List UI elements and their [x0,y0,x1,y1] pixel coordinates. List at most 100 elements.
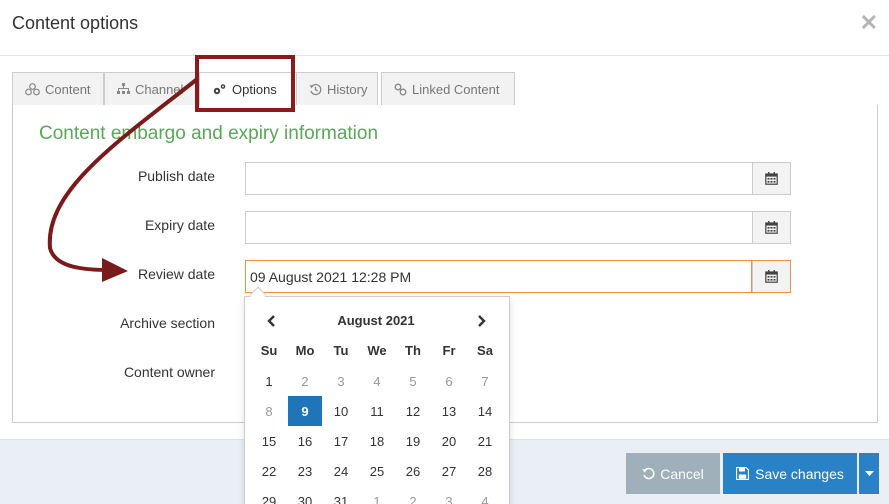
weekday-header-row: Su Mo Tu We Th Fr Sa [251,343,503,358]
calendar-day[interactable]: 1 [359,486,395,504]
calendar-week-row: 15 16 17 18 19 20 21 [251,426,503,456]
calendar-day[interactable]: 15 [251,426,287,456]
weekday-label: We [367,343,387,358]
weekday-label: Fr [442,343,456,358]
calendar-icon [765,270,778,283]
calendar-day[interactable]: 19 [395,426,431,456]
tab-channel[interactable]: Channel [104,72,196,106]
calendar-day[interactable]: 22 [251,456,287,486]
calendar-day[interactable]: 3 [323,366,359,396]
calendar-day[interactable]: 18 [359,426,395,456]
save-label: Save changes [755,465,844,482]
publish-date-field [245,162,791,195]
publish-date-label: Publish date [137,168,215,184]
review-date-label: Review date [137,266,215,282]
tab-label: Linked Content [412,81,500,97]
expiry-date-input[interactable] [246,212,752,243]
calendar-day[interactable]: 23 [287,456,323,486]
undo-icon [642,467,655,480]
calendar-day[interactable]: 5 [395,366,431,396]
tab-history[interactable]: History [296,72,378,106]
calendar-day[interactable]: 4 [359,366,395,396]
review-date-calendar-button[interactable] [752,261,790,292]
calendar-day[interactable]: 31 [323,486,359,504]
weekday-label: Su [260,343,278,358]
datepicker-header: August 2021 [245,309,509,333]
calendar-day[interactable]: 8 [251,396,287,426]
tab-options[interactable]: Options [199,72,303,106]
calendar-day[interactable]: 3 [431,486,467,504]
archive-section-label: Archive section [120,315,215,331]
calendar-day[interactable]: 28 [467,456,503,486]
publish-date-calendar-button[interactable] [752,163,790,194]
calendar-week-row: 29 30 31 1 2 3 4 [251,486,503,504]
calendar-day[interactable]: 11 [359,396,395,426]
cancel-button[interactable]: Cancel [626,453,720,494]
calendar-day[interactable]: 2 [395,486,431,504]
modal-header: Content options ✕ [0,0,889,56]
tab-content[interactable]: Content [12,72,104,106]
calendar-day[interactable]: 1 [251,366,287,396]
calendar-day[interactable]: 26 [395,456,431,486]
tab-label: Channel [135,81,184,97]
tab-label: History [327,81,368,97]
review-date-input[interactable] [246,261,752,292]
expiry-date-field [245,211,791,244]
month-year-label[interactable]: August 2021 [305,313,447,328]
sitemap-icon [117,83,130,94]
expiry-date-calendar-button[interactable] [752,212,790,243]
prev-month-button[interactable] [256,309,286,333]
close-icon[interactable]: ✕ [860,12,878,34]
calendar-day[interactable]: 4 [467,486,503,504]
caret-down-icon [864,471,874,476]
weekday-label: Mo [295,343,315,358]
calendar-day[interactable]: 10 [323,396,359,426]
calendar-icon [765,172,778,185]
selected-day[interactable]: 9 [288,396,322,426]
calendar-day[interactable]: 7 [467,366,503,396]
expiry-date-label: Expiry date [144,217,215,233]
section-title: Content embargo and expiry information [39,123,379,144]
history-icon [309,83,322,95]
save-changes-button[interactable]: Save changes [723,453,857,494]
tab-linked-content[interactable]: Linked Content [381,72,515,106]
calendar-day[interactable]: 24 [323,456,359,486]
calendar-day[interactable]: 25 [359,456,395,486]
publish-date-input[interactable] [246,163,752,194]
calendar-day[interactable]: 20 [431,426,467,456]
calendar-day[interactable]: 27 [431,456,467,486]
calendar-day[interactable]: 16 [287,426,323,456]
calendar-icon [765,221,778,234]
content-owner-label: Content owner [123,364,215,380]
calendar-day[interactable]: 13 [431,396,467,426]
calendar-week-row: 8 9 10 11 12 13 14 [251,396,503,426]
calendar-day[interactable]: 12 [395,396,431,426]
dialog-title: Content options [12,13,139,33]
review-date-field [245,260,791,293]
calendar-week-row: 1234567 [251,366,503,396]
tab-label: Content [45,81,91,97]
cancel-label: Cancel [660,465,704,482]
calendar-day[interactable]: 30 [287,486,323,504]
cogs-icon [213,83,226,94]
calendar-day[interactable]: 17 [323,426,359,456]
save-options-dropdown[interactable] [859,453,879,494]
calendar-day[interactable]: 29 [251,486,287,504]
datepicker-popup: August 2021 Su Mo Tu We Th Fr Sa 1 2 3 4 5 6 7 8 9 10 11… [244,296,510,504]
calendar-grid: 1 2 3 4 5 6 7 8 9 10 11 12 13 14 15 16 17 18 19 20 21 22 23 24 2… [251,366,503,504]
calendar-day[interactable]: 21 [467,426,503,456]
weekday-label: Th [405,343,421,358]
floppy-disk-icon [736,467,750,480]
cubes-icon [25,82,40,95]
chevron-right-icon [478,315,486,327]
chevron-left-icon [267,315,275,327]
calendar-day[interactable]: 14 [467,396,503,426]
calendar-week-row: 22 23 24 25 26 27 28 [251,456,503,486]
weekday-label: Sa [477,343,493,358]
link-icon [394,83,407,95]
tab-label: Options [232,81,277,97]
calendar-day[interactable]: 2 [287,366,323,396]
weekday-label: Tu [333,343,349,358]
next-month-button[interactable] [467,309,497,333]
calendar-day[interactable]: 6 [431,366,467,396]
